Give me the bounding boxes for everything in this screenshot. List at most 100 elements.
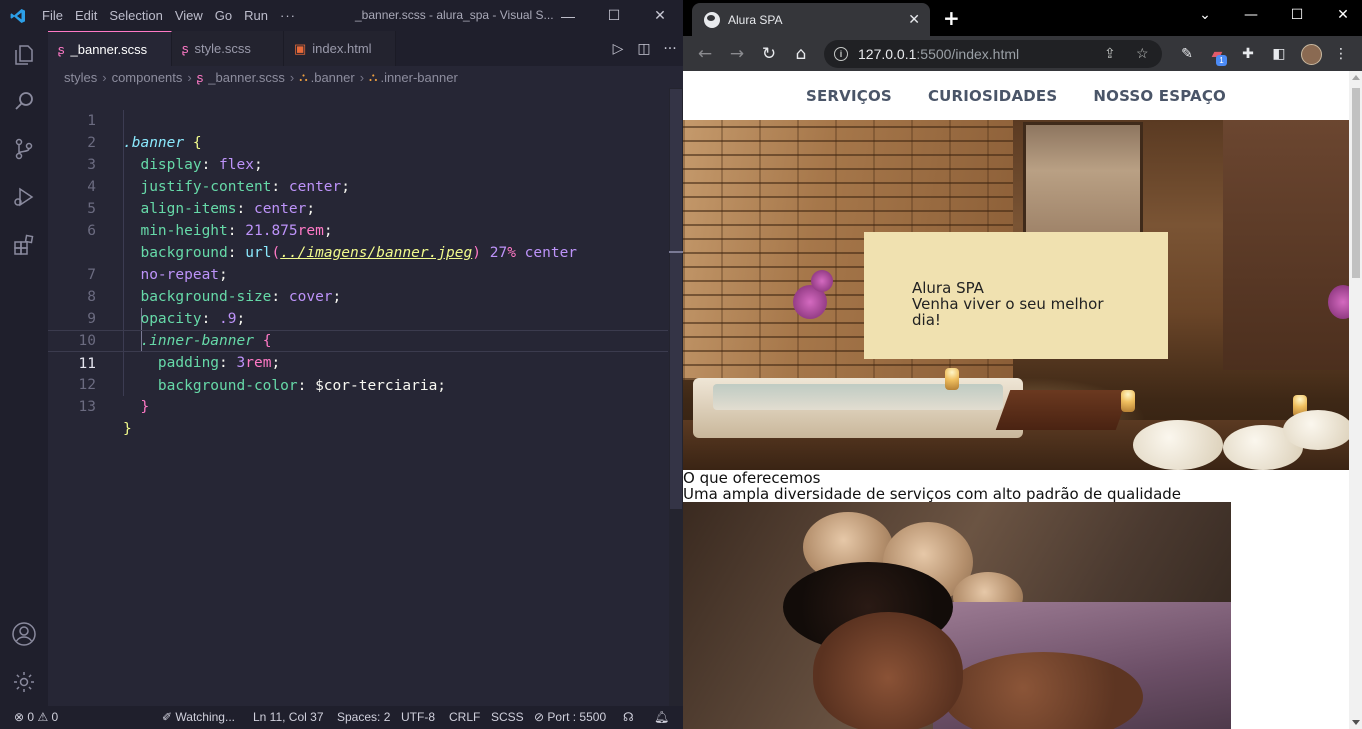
split-editor-icon[interactable]: ◫ (631, 41, 657, 57)
browser-toolbar: ← → ↻ ⌂ i 127.0.0.1:5500/index.html ⇪ ☆ … (683, 36, 1362, 71)
menu-run[interactable]: Run (238, 0, 274, 31)
settings-gear-icon[interactable] (0, 658, 48, 706)
tab-label: index.html (312, 41, 372, 56)
extensions-icon[interactable] (0, 221, 48, 269)
encoding[interactable]: UTF-8 (401, 706, 435, 729)
share-icon[interactable]: ⇪ (1104, 45, 1116, 62)
menu-edit[interactable]: Edit (69, 0, 103, 31)
minimize-icon[interactable]: — (1228, 0, 1274, 30)
home-icon[interactable]: ⌂ (789, 43, 813, 65)
browser-tab-title: Alura SPA (728, 12, 783, 27)
page-scrollbar-thumb[interactable] (1352, 88, 1360, 278)
tab-style-scss[interactable]: ʂ style.scss (172, 31, 284, 66)
orchid-flower (811, 270, 833, 292)
minimize-icon[interactable]: — (545, 0, 591, 31)
cursor-position[interactable]: Ln 11, Col 37 (253, 706, 324, 729)
problems-indicator[interactable]: ⊗ 0 ⚠ 0 (14, 706, 58, 729)
breadcrumb-item[interactable]: styles (64, 70, 97, 85)
bookmark-star-icon[interactable]: ☆ (1136, 45, 1149, 62)
symbol-class-icon: ⛬ (299, 69, 308, 84)
code-line: 2 display: flex; (48, 110, 668, 173)
maximize-icon[interactable]: ☐ (1274, 0, 1320, 30)
more-menu-icon[interactable]: ⋮ (1331, 44, 1351, 64)
brace: } (140, 399, 150, 415)
indentation[interactable]: Spaces: 2 (337, 706, 390, 729)
inner-banner: Alura SPA Venha viver o seu melhor dia! (864, 232, 1168, 359)
close-icon[interactable]: ✕ (637, 0, 683, 31)
breadcrumb-item[interactable]: components (112, 70, 183, 85)
end-of-line[interactable]: CRLF (449, 706, 480, 729)
tab-banner-scss[interactable]: ʂ _banner.scss (48, 31, 172, 66)
menu-go[interactable]: Go (209, 0, 238, 31)
forward-arrow-icon[interactable]: → (725, 43, 749, 65)
browser-window: Alura SPA ✕ + ⌄ — ☐ ✕ ← → ↻ ⌂ i 127.0.0.… (683, 0, 1362, 729)
sass-icon: ʂ (196, 69, 204, 85)
vscode-titlebar: File Edit Selection View Go Run ··· _ban… (0, 0, 683, 31)
scroll-up-arrow-icon[interactable] (1352, 75, 1360, 80)
sass-watch-status[interactable]: ✐ Watching... (162, 706, 235, 729)
side-panel-icon[interactable]: ◧ (1269, 44, 1289, 64)
watching-label: Watching... (175, 710, 235, 724)
reload-icon[interactable]: ↻ (757, 43, 781, 65)
code-line: no-repeat; (48, 220, 668, 283)
block-icon: ⊘ (534, 710, 545, 724)
back-arrow-icon[interactable]: ← (693, 43, 717, 65)
window-title: _banner.scss - alura_spa - Visual S... (355, 8, 554, 22)
symbol-class-icon: ⛬ (369, 69, 378, 84)
language-mode[interactable]: SCSS (491, 706, 524, 729)
code-line: 8 opacity: .9; (48, 264, 668, 327)
status-bar: ⊗ 0 ⚠ 0 ✐ Watching... Ln 11, Col 37 Spac… (0, 706, 683, 729)
breadcrumb-item[interactable]: .banner (311, 70, 355, 85)
menu-more[interactable]: ··· (274, 0, 302, 31)
nav-link-nosso-espaco[interactable]: NOSSO ESPAÇO (1093, 87, 1226, 105)
towels (1133, 420, 1223, 470)
chevron-down-icon[interactable]: ⌄ (1182, 0, 1228, 30)
browser-tab[interactable]: Alura SPA ✕ (692, 3, 930, 36)
notifications-bell-icon[interactable]: 🔔︎ (654, 706, 669, 729)
page-scrollbar[interactable] (1349, 71, 1362, 729)
close-tab-icon[interactable]: ✕ (908, 11, 920, 28)
code-line: 10 padding: 3rem; (48, 308, 668, 371)
menu-view[interactable]: View (169, 0, 209, 31)
menu-selection[interactable]: Selection (103, 0, 168, 31)
tab-index-html[interactable]: ▣ index.html (284, 31, 396, 66)
close-window-icon[interactable]: ✕ (1320, 0, 1362, 30)
code-line: 9 .inner-banner { (48, 286, 668, 349)
feedback-icon[interactable]: ☊ (623, 706, 634, 729)
new-tab-icon[interactable]: + (943, 6, 960, 30)
error-count: 0 (27, 710, 35, 724)
search-icon[interactable] (0, 77, 48, 125)
extensions-puzzle-icon[interactable]: ✚ (1238, 44, 1258, 64)
error-icon: ⊗ (14, 710, 25, 724)
run-debug-icon[interactable] (0, 173, 48, 221)
account-icon[interactable] (0, 610, 48, 658)
code-line: 13 } (48, 374, 668, 437)
source-control-icon[interactable] (0, 125, 48, 173)
explorer-icon[interactable] (0, 31, 48, 79)
address-bar[interactable]: i 127.0.0.1:5500/index.html ⇪ ☆ (824, 40, 1162, 68)
face (813, 612, 963, 729)
service-massage-image (683, 502, 1231, 729)
site-nav: SERVIÇOS CURIOSIDADES NOSSO ESPAÇO (683, 71, 1349, 120)
wall-artwork (1023, 122, 1143, 242)
pen-extension-icon[interactable]: ✎ (1177, 44, 1197, 64)
breadcrumb-item[interactable]: _banner.scss (208, 70, 285, 85)
towels (1283, 410, 1349, 450)
nav-link-servicos[interactable]: SERVIÇOS (806, 87, 892, 105)
code-editor[interactable]: 1 .banner { 2 display: flex; 3 justify-c… (48, 88, 683, 706)
nav-link-curiosidades[interactable]: CURIOSIDADES (928, 87, 1057, 105)
tab-label: style.scss (194, 41, 251, 56)
maximize-icon[interactable]: ☐ (591, 0, 637, 31)
editor-scrollbar[interactable] (669, 88, 683, 706)
more-actions-icon[interactable]: ··· (657, 41, 683, 57)
editor-tabs: ʂ _banner.scss ʂ style.scss ▣ index.html… (48, 31, 683, 66)
breadcrumb-item[interactable]: .inner-banner (380, 70, 457, 85)
site-info-icon[interactable]: i (834, 47, 848, 61)
profile-avatar[interactable] (1301, 44, 1322, 65)
menu-file[interactable]: File (36, 0, 69, 31)
scrollbar-thumb[interactable] (670, 89, 682, 509)
scroll-down-arrow-icon[interactable] (1352, 720, 1360, 725)
live-server-port[interactable]: ⊘ Port : 5500 (534, 706, 606, 729)
run-file-icon[interactable]: ▷ (605, 41, 631, 57)
chevron-right-icon: › (289, 69, 295, 85)
